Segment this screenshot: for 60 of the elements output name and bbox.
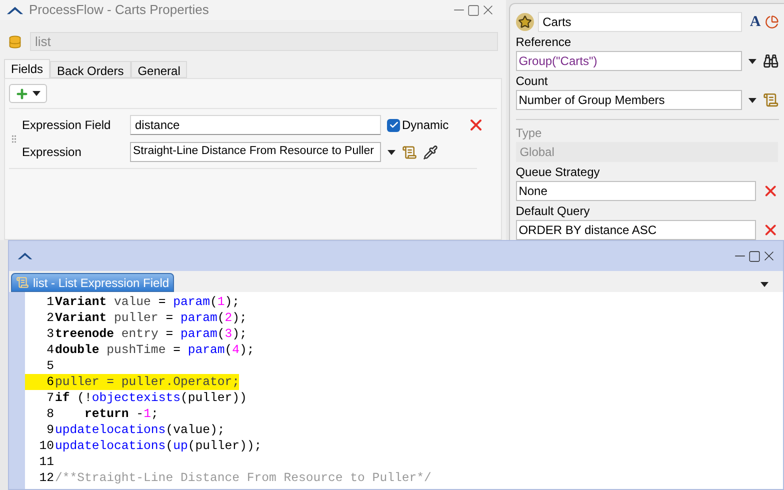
tab[interactable]: Fields [4, 59, 50, 78]
property-field[interactable]: ORDER BY distance ASC [516, 220, 756, 240]
code-line[interactable]: updatelocations(up(puller)); [55, 438, 262, 454]
binoculars-icon[interactable] [762, 53, 779, 69]
code-line[interactable]: treenode entry = param(3); [55, 326, 247, 342]
line-number: 6 [25, 374, 55, 390]
logo-icon [6, 4, 24, 16]
field-label: Queue Strategy [516, 164, 601, 181]
line-number: 4 [46, 342, 55, 358]
checkbox[interactable] [387, 118, 400, 132]
line-number: 7 [46, 390, 55, 406]
code-line[interactable]: if (!objectexists(puller)) [55, 390, 247, 406]
tab[interactable]: Back Orders [50, 61, 131, 78]
tab[interactable]: General [130, 61, 188, 78]
caret-icon[interactable] [387, 150, 396, 154]
star-icon [516, 13, 534, 31]
field-label: Count [516, 73, 549, 90]
add-button[interactable] [9, 84, 47, 103]
line-number: 1 [46, 294, 55, 310]
caret-icon[interactable] [748, 98, 757, 102]
code-line[interactable]: return -1; [55, 406, 158, 422]
maximize-icon[interactable] [466, 4, 480, 16]
font-icon[interactable]: A [750, 14, 761, 30]
code-line[interactable]: Variant puller = param(2); [55, 310, 247, 326]
database-icon [8, 34, 22, 50]
line-number: 12 [38, 470, 55, 486]
code-line[interactable]: double pushTime = param(4); [55, 342, 254, 358]
property-field[interactable]: None [516, 181, 756, 201]
line-number: 2 [46, 310, 55, 326]
script-icon [16, 276, 29, 289]
line-number: 3 [46, 326, 55, 342]
field-label: Type [516, 125, 543, 142]
line-number: 9 [46, 422, 55, 438]
property-field[interactable]: Number of Group Members [516, 90, 742, 110]
expression-dropdown[interactable]: Straight-Line Distance From Resource to Puller [130, 142, 381, 162]
chart-icon[interactable] [764, 15, 779, 29]
logo-icon [17, 251, 33, 261]
script-icon[interactable] [762, 92, 779, 108]
caret-icon[interactable] [32, 91, 41, 96]
caret-icon[interactable] [748, 58, 757, 64]
field-label: Reference [516, 34, 572, 51]
line-number: 10 [38, 438, 55, 454]
code-line[interactable]: updatelocations(value); [55, 422, 225, 438]
field-label: Expression Field [22, 117, 112, 134]
caret-icon[interactable] [760, 282, 769, 287]
maximize-icon[interactable] [748, 250, 761, 262]
eyedropper-icon[interactable] [423, 144, 438, 160]
field-label: Default Query [516, 203, 591, 220]
checkbox-label: Dynamic [402, 117, 449, 134]
window-title: ProcessFlow - Carts Properties [29, 1, 209, 20]
name-field[interactable]: Carts [538, 12, 742, 32]
expression-field-input[interactable]: distance [130, 115, 381, 135]
code-line[interactable]: Variant value = param(1); [55, 294, 240, 310]
plus-icon [15, 86, 29, 100]
field-label: Expression [22, 144, 82, 161]
line-number: 5 [46, 358, 55, 374]
property-field[interactable]: Group("Carts") [516, 51, 742, 71]
script-icon[interactable] [402, 144, 417, 160]
line-number: 11 [38, 454, 55, 470]
line-number: 8 [46, 406, 55, 422]
